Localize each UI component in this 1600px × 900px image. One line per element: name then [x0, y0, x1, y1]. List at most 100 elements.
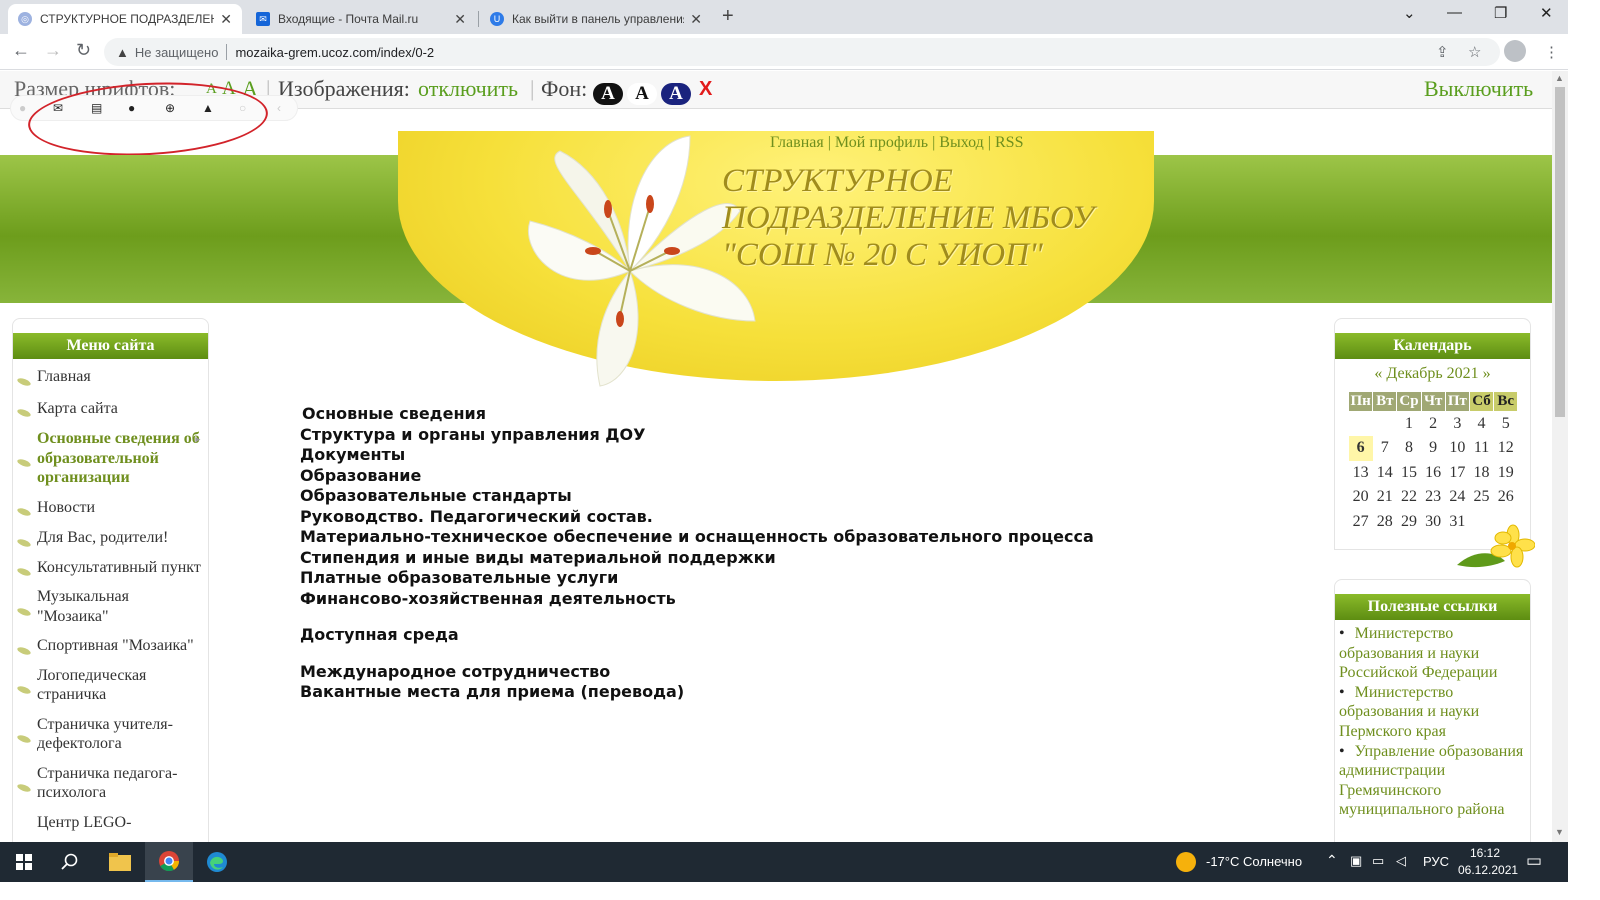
- start-button[interactable]: [0, 842, 48, 882]
- scroll-up-icon[interactable]: ▲: [1555, 73, 1564, 83]
- site-title-line: "СОШ № 20 С УИОП": [722, 237, 1043, 273]
- separator: |: [827, 134, 831, 151]
- language-indicator[interactable]: РУС: [1423, 854, 1449, 869]
- content-link[interactable]: Образовательные стандарты: [300, 486, 1094, 507]
- menu-item-music[interactable]: Музыкальная "Мозаика": [13, 582, 208, 631]
- leaf-bullet-icon: [16, 376, 32, 387]
- user-icon[interactable]: ●: [19, 101, 26, 115]
- menu-item-parents[interactable]: Для Вас, родители!: [13, 523, 208, 553]
- warning-icon[interactable]: ▲: [116, 45, 129, 60]
- content-link[interactable]: Финансово-хозяйственная деятельность: [300, 589, 1094, 610]
- disable-accessibility-link[interactable]: Выключить: [1424, 76, 1533, 102]
- bookmark-star-icon[interactable]: ☆: [1468, 43, 1481, 61]
- share-icon[interactable]: ⇪: [1436, 43, 1449, 61]
- file-explorer-button[interactable]: [96, 842, 144, 882]
- address-bar[interactable]: ▲ Не защищено mozaika-grem.ucoz.com/inde…: [104, 38, 1500, 66]
- weather-text[interactable]: -17°C Солнечно: [1206, 854, 1302, 869]
- tab-ucoz-help[interactable]: U Как выйти в панель управления ✕: [480, 4, 712, 34]
- menu-item-sitemap[interactable]: Карта сайта: [13, 394, 208, 424]
- content-link[interactable]: Вакантные места для приема (перевода): [300, 682, 1094, 703]
- calendar-day: 11: [1473, 439, 1490, 457]
- content-link[interactable]: Материально-техническое обеспечение и ос…: [300, 527, 1094, 548]
- menu-kebab-icon[interactable]: ⋮: [1544, 43, 1559, 61]
- edge-taskbar-button[interactable]: [193, 842, 241, 882]
- browser-toolbar: ← → ↻ ▲ Не защищено mozaika-grem.ucoz.co…: [0, 34, 1568, 70]
- maximize-button[interactable]: ❐: [1494, 4, 1507, 22]
- content-link[interactable]: Платные образовательные услуги: [300, 568, 1094, 589]
- content-link[interactable]: Основные сведения: [300, 404, 1094, 425]
- content-link[interactable]: Стипендия и иные виды материальной подде…: [300, 548, 1094, 569]
- calendar-day: 18: [1473, 463, 1490, 481]
- menu-item-basic-info[interactable]: Основные сведения об образовательной орг…: [13, 424, 208, 493]
- calendar-day: 8: [1404, 439, 1413, 457]
- back-icon[interactable]: ←: [12, 40, 30, 61]
- chrome-taskbar-button[interactable]: [145, 842, 193, 882]
- page-scrollbar[interactable]: ▲ ▼: [1552, 71, 1568, 842]
- bg-blue-button[interactable]: A: [661, 79, 691, 105]
- scroll-down-icon[interactable]: ▼: [1555, 827, 1564, 837]
- menu-item-news[interactable]: Новости: [13, 493, 208, 523]
- menu-item-consult[interactable]: Консультативный пункт: [13, 553, 208, 583]
- images-toggle-link[interactable]: отключить: [418, 76, 518, 102]
- useful-link[interactable]: • Министерство образования и науки Россий…: [1339, 624, 1526, 683]
- security-label[interactable]: Не защищено: [135, 45, 219, 60]
- content-link[interactable]: Доступная среда: [300, 625, 1094, 646]
- network-icon[interactable]: ▭: [1372, 853, 1384, 869]
- show-hidden-icons-chevron-icon[interactable]: ⌃: [1326, 852, 1338, 869]
- calendar-prev-button[interactable]: «: [1374, 365, 1382, 382]
- content-link[interactable]: Международное сотрудничество: [300, 662, 1094, 683]
- content-link[interactable]: Документы: [300, 445, 1094, 466]
- site-menu-block: Меню сайта Главная Карта сайта Основные …: [12, 318, 209, 842]
- menu-item-label: Новости: [37, 498, 96, 516]
- calendar-next-button[interactable]: »: [1483, 365, 1491, 382]
- reload-icon[interactable]: ↻: [76, 40, 91, 61]
- weather-sun-icon[interactable]: [1176, 852, 1196, 872]
- menu-item-psychologist[interactable]: Страничка педагога-психолога: [13, 759, 208, 808]
- menu-item-home[interactable]: Главная: [13, 362, 208, 392]
- separator: |: [932, 134, 936, 151]
- content-link[interactable]: Образование: [300, 466, 1094, 487]
- header-link-home[interactable]: Главная: [770, 134, 824, 151]
- clock-date[interactable]: 06.12.2021: [1458, 863, 1518, 877]
- header-link-profile[interactable]: Мой профиль: [835, 134, 928, 151]
- menu-item-label: Основные сведения об образовательной орг…: [37, 430, 200, 486]
- search-button[interactable]: [46, 842, 94, 882]
- collapse-chevron-icon[interactable]: ‹: [277, 101, 281, 115]
- url-text[interactable]: mozaika-grem.ucoz.com/index/0-2: [235, 45, 434, 60]
- close-tab-icon[interactable]: ✕: [690, 11, 702, 28]
- menu-item-sport[interactable]: Спортивная "Мозаика": [13, 631, 208, 661]
- calendar-day: 27: [1352, 512, 1369, 530]
- tab-mail[interactable]: ✉ Входящие - Почта Mail.ru ✕: [246, 4, 476, 34]
- close-tab-icon[interactable]: ✕: [454, 11, 466, 28]
- menu-item-lego[interactable]: Центр LEGO-: [13, 808, 208, 838]
- scroll-thumb[interactable]: [1555, 87, 1565, 417]
- ucoz-favicon-icon: U: [490, 12, 504, 26]
- calendar-month-label[interactable]: Декабрь 2021: [1386, 365, 1478, 382]
- calendar-day: 19: [1497, 463, 1514, 481]
- tab-structural-division[interactable]: ◎ СТРУКТУРНОЕ ПОДРАЗДЕЛЕНИЕ ✕: [8, 4, 242, 34]
- clock-time[interactable]: 16:12: [1470, 846, 1500, 860]
- edge-icon: [207, 852, 227, 872]
- bg-black-button[interactable]: A: [593, 79, 623, 105]
- header-link-rss[interactable]: RSS: [995, 134, 1023, 151]
- notifications-icon[interactable]: ▭: [1526, 851, 1542, 871]
- leaf-bullet-icon: [16, 507, 32, 518]
- useful-link[interactable]: • Управление образования администрации Гр…: [1339, 742, 1526, 820]
- minimize-button[interactable]: —: [1447, 4, 1462, 21]
- profile-avatar[interactable]: [1504, 40, 1526, 62]
- new-tab-button[interactable]: +: [722, 5, 734, 28]
- close-tab-icon[interactable]: ✕: [220, 11, 232, 28]
- menu-item-speech[interactable]: Логопедическая страничка: [13, 661, 208, 710]
- menu-item-defectologist[interactable]: Страничка учителя-дефектолога: [13, 710, 208, 759]
- volume-icon[interactable]: ◁: [1396, 853, 1406, 869]
- close-window-button[interactable]: ✕: [1540, 4, 1553, 22]
- bg-white-button[interactable]: A: [627, 79, 657, 105]
- device-icon[interactable]: ▣: [1350, 853, 1362, 869]
- content-link[interactable]: Руководство. Педагогический состав.: [300, 507, 1094, 528]
- tab-search-icon[interactable]: ⌄: [1403, 4, 1416, 22]
- content-link[interactable]: Структура и органы управления ДОУ: [300, 425, 1094, 446]
- reset-close-button[interactable]: X: [699, 78, 712, 101]
- forward-icon[interactable]: →: [44, 40, 62, 61]
- header-link-logout[interactable]: Выход: [939, 134, 984, 151]
- useful-link[interactable]: • Министерство образования и науки Пермск…: [1339, 683, 1526, 742]
